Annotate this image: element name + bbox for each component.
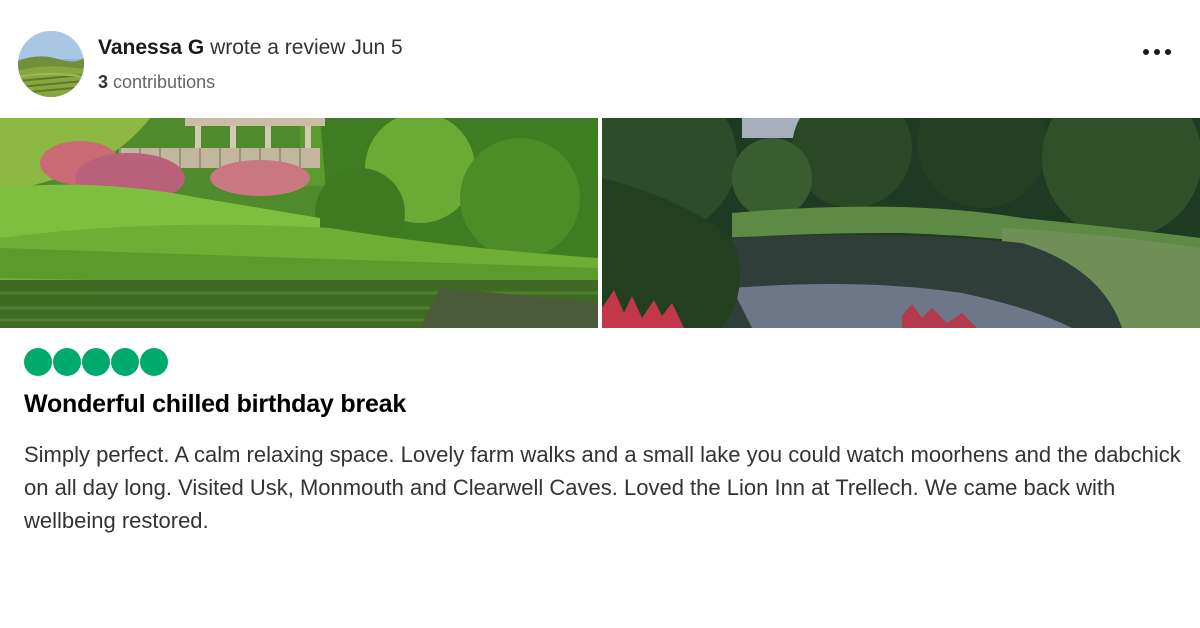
rating-bubbles <box>24 348 168 376</box>
contribution-count: 3 <box>98 72 109 92</box>
reviewer-name-link[interactable]: Vanessa G <box>98 36 204 59</box>
avatar-landscape-image <box>18 31 84 97</box>
review-body-text: Simply perfect. A calm relaxing space. L… <box>24 442 1181 533</box>
rating-bubble-icon <box>82 348 110 376</box>
review-action-text: wrote a review <box>210 36 346 59</box>
woodland-pond-photo[interactable] <box>602 118 1200 328</box>
rating-bubble-icon <box>24 348 52 376</box>
review-date: Jun 5 <box>351 36 403 59</box>
garden-gazebo-pond-photo[interactable] <box>0 118 598 328</box>
reviewer-avatar[interactable] <box>18 31 84 97</box>
rating-bubble-icon <box>53 348 81 376</box>
review-title[interactable]: Wonderful chilled birthday break <box>24 390 406 419</box>
contribution-label: contributions <box>113 72 216 92</box>
contributions-info: 3 contributions <box>98 72 215 93</box>
review-header: Vanessa G wrote a review Jun 5 <box>98 36 403 60</box>
more-options-button[interactable] <box>1134 34 1180 70</box>
rating-bubble-icon <box>111 348 139 376</box>
rating-bubble-icon <box>140 348 168 376</box>
